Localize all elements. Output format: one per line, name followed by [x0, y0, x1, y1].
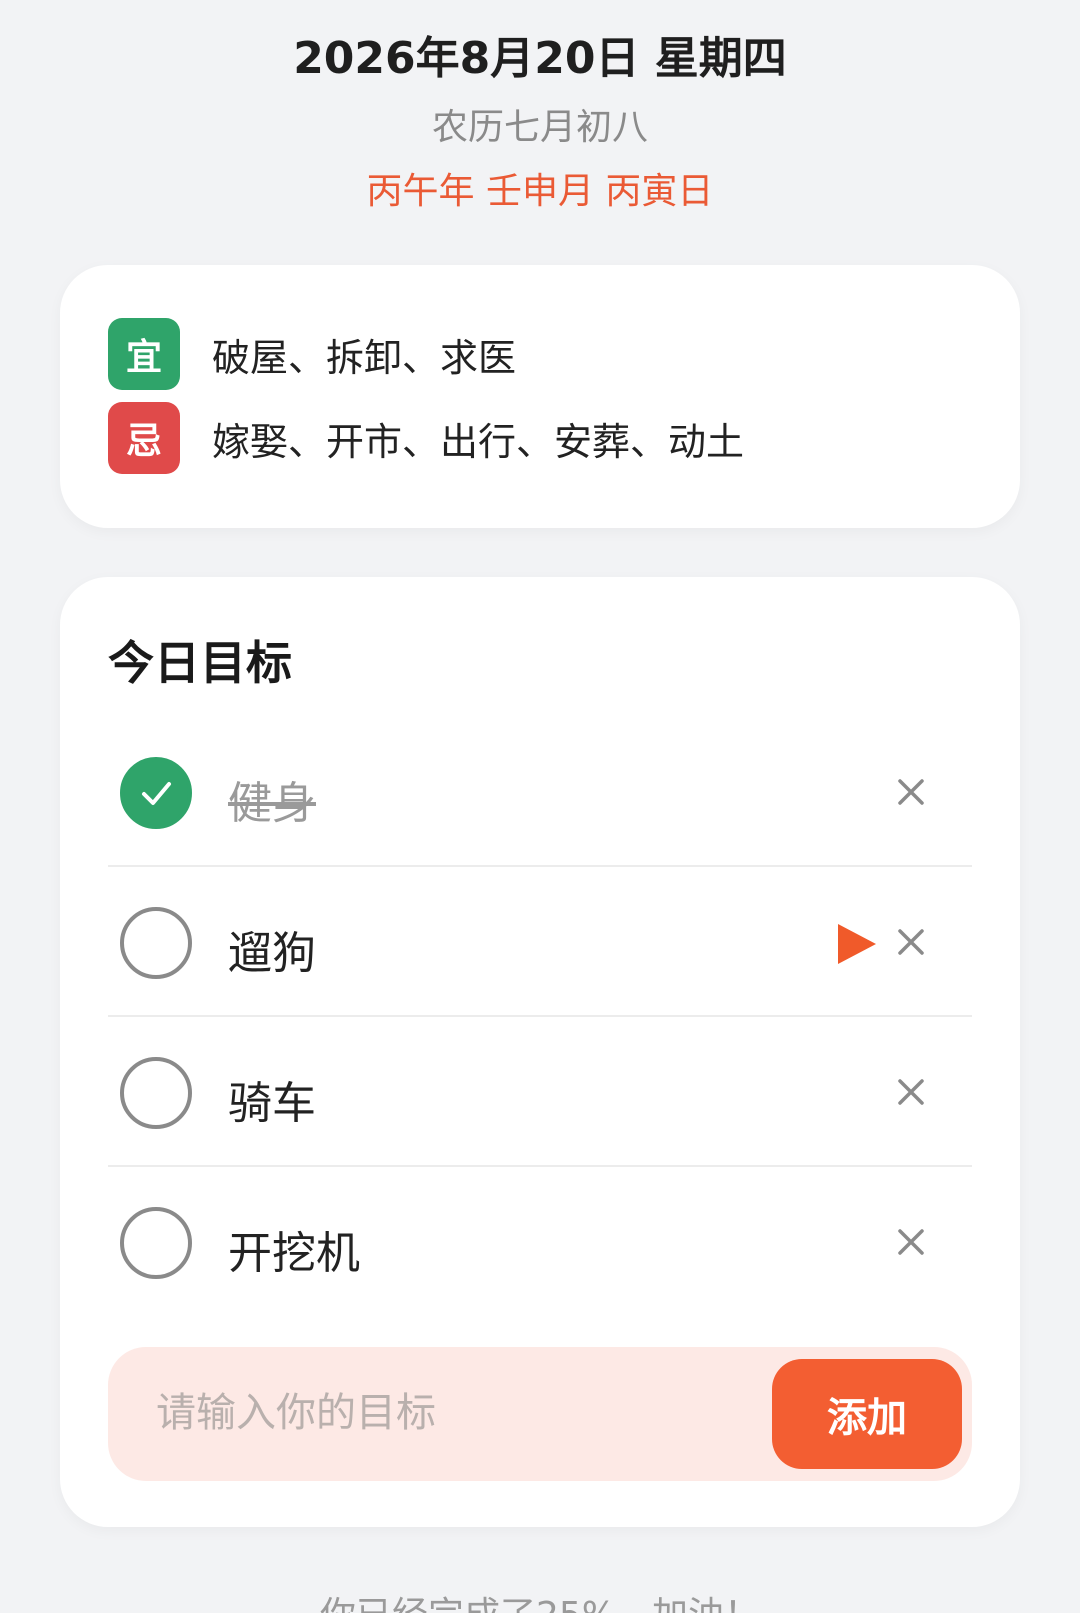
delete-goal-button[interactable] [888, 769, 934, 815]
goals-title: 今日目标 [108, 636, 292, 690]
goal-list: 健身 遛狗 骑车 开挖机 [108, 717, 972, 1317]
goal-checkbox[interactable] [120, 907, 192, 979]
goal-text: 遛狗 [228, 928, 316, 979]
goal-checkbox[interactable] [120, 1057, 192, 1129]
goal-text: 骑车 [228, 1078, 316, 1129]
almanac-card: 宜 破屋、拆卸、求医 忌 嫁娶、开市、出行、安葬、动土 [60, 265, 1020, 528]
yi-text: 破屋、拆卸、求医 [212, 335, 517, 380]
goal-checkbox[interactable] [120, 1207, 192, 1279]
goal-item: 健身 [108, 717, 972, 867]
goal-text: 开挖机 [228, 1228, 360, 1279]
close-icon [898, 1229, 924, 1255]
check-icon [142, 782, 171, 805]
goal-text: 健身 [228, 778, 316, 829]
almanac-yi-row: 宜 破屋、拆卸、求医 [108, 318, 516, 390]
almanac-ji-row: 忌 嫁娶、开市、出行、安葬、动土 [108, 402, 744, 474]
goal-input-bar: 添加 [108, 1347, 972, 1481]
play-icon[interactable] [838, 924, 876, 964]
goals-card: 今日目标 健身 遛狗 骑车 开挖机 请输入你的目标 添加 [60, 577, 1020, 1527]
progress-text: 你已经完成了25%，加油！ [0, 1586, 1080, 1613]
ji-badge: 忌 [108, 402, 180, 474]
delete-goal-button[interactable] [888, 919, 934, 965]
close-icon [898, 1079, 924, 1105]
close-icon [898, 929, 924, 955]
goal-input[interactable] [156, 1383, 716, 1443]
goal-checkbox[interactable] [120, 757, 192, 829]
delete-goal-button[interactable] [888, 1069, 934, 1115]
goal-item: 骑车 [108, 1017, 972, 1167]
page: 2026年8月20日 星期四 农历七月初八 丙午年 壬申月 丙寅日 宜 破屋、拆… [0, 0, 1080, 1613]
delete-goal-button[interactable] [888, 1219, 934, 1265]
lunar-date: 农历七月初八 [431, 107, 648, 148]
goal-item: 开挖机 [108, 1167, 972, 1317]
yi-badge: 宜 [108, 318, 180, 390]
ganzhi-date: 丙午年 壬申月 丙寅日 [366, 171, 714, 212]
close-icon [898, 779, 924, 805]
goal-item: 遛狗 [108, 867, 972, 1017]
ji-text: 嫁娶、开市、出行、安葬、动土 [212, 419, 745, 464]
add-goal-button[interactable]: 添加 [772, 1359, 962, 1469]
date-title: 2026年8月20日 星期四 [293, 33, 787, 84]
